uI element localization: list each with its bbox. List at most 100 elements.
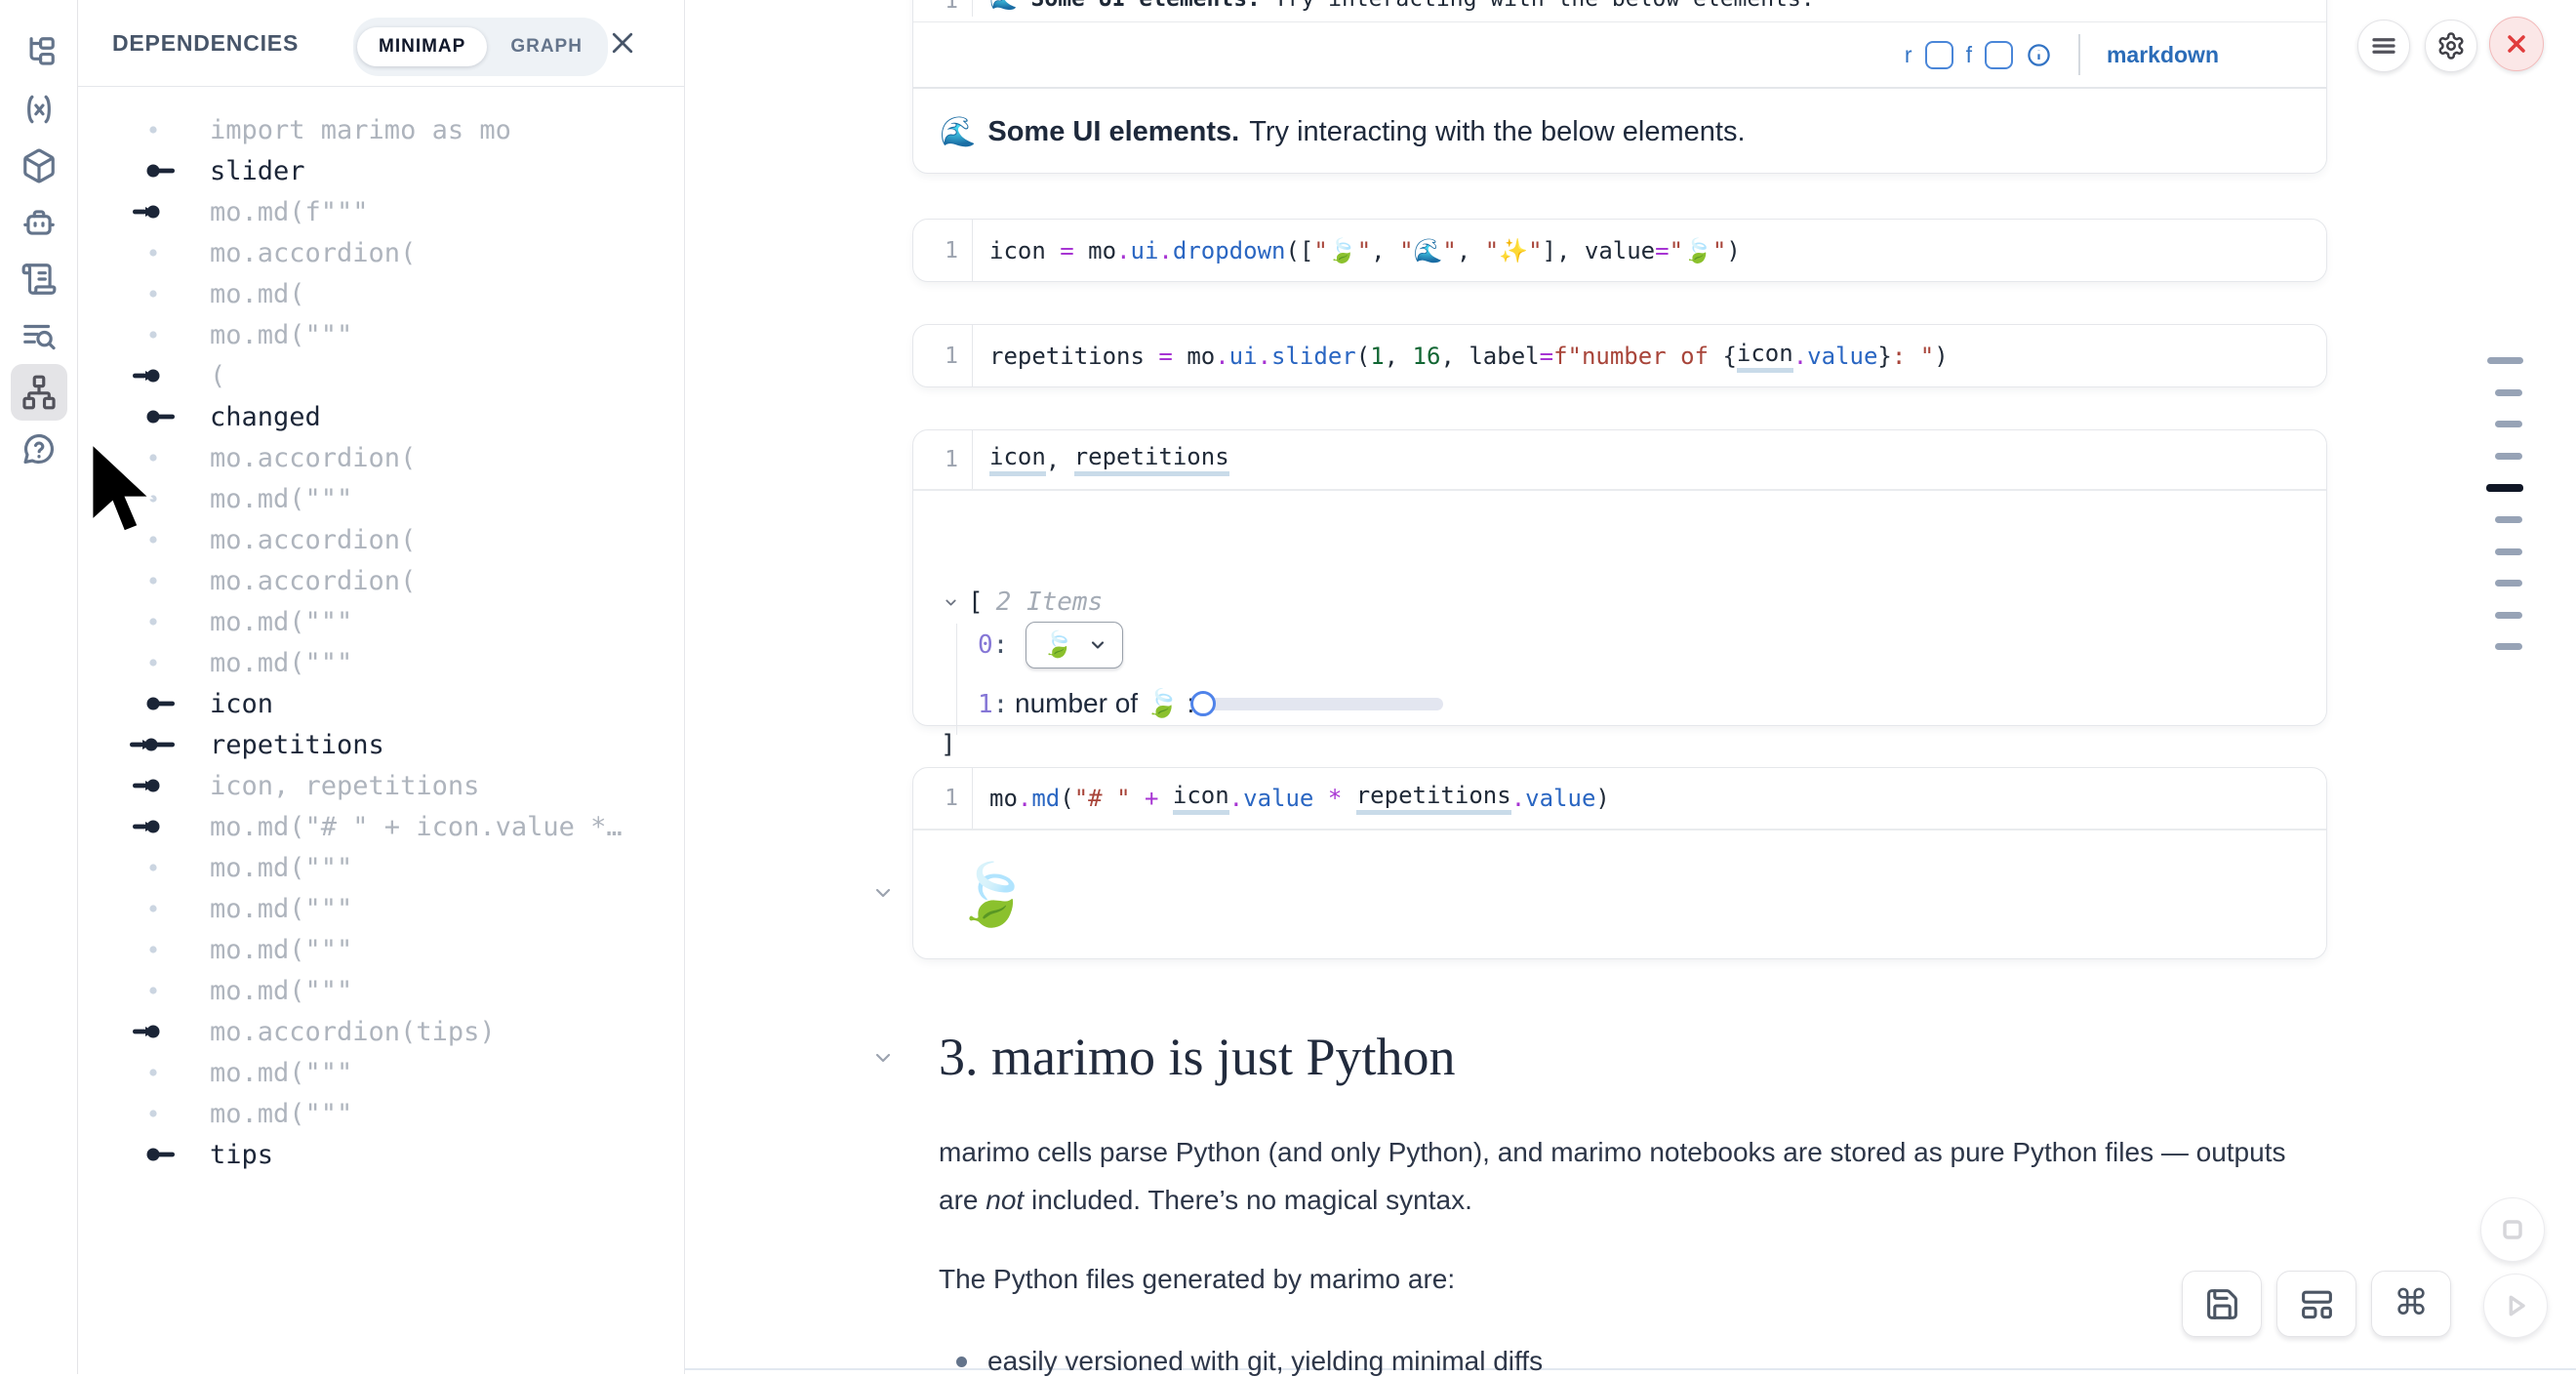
minimap-item[interactable]: mo.md(""" <box>77 314 682 355</box>
dependencies-panel: DEPENDENCIES MINIMAP GRAPH import marimo… <box>77 0 685 1374</box>
minimap-item[interactable]: mo.md(""" <box>77 478 682 519</box>
minimap-item-label: mo.md( <box>210 279 305 309</box>
cell-position-dash[interactable] <box>2486 484 2523 492</box>
minimap-item[interactable]: mo.md(""" <box>77 888 682 929</box>
cell-connection-icon <box>128 779 181 792</box>
settings-button[interactable] <box>2425 20 2477 72</box>
minimap-item-label: mo.accordion( <box>210 525 416 555</box>
sidebar-item-outline-search[interactable] <box>11 307 67 364</box>
code-editor[interactable]: repetitions = mo.ui.slider(1, 16, label=… <box>973 325 2326 386</box>
cell-connection-icon <box>128 410 181 424</box>
sidebar-item-file-tree[interactable] <box>11 24 67 81</box>
minimap-item[interactable]: mo.md(""" <box>77 847 682 888</box>
stop-button[interactable] <box>2480 1197 2545 1262</box>
sidebar-item-dependencies[interactable] <box>11 364 67 421</box>
minimap-item[interactable]: mo.md(""" <box>77 1052 682 1093</box>
save-button[interactable] <box>2182 1271 2262 1337</box>
minimap-item-label: repetitions <box>210 730 384 760</box>
raw-string-checkbox[interactable] <box>1925 41 1953 69</box>
run-button[interactable] <box>2483 1274 2548 1338</box>
minimap-item[interactable]: mo.md(""" <box>77 642 682 683</box>
sidebar-item-packages[interactable] <box>11 138 67 194</box>
minimap-item[interactable]: mo.md(""" <box>77 601 682 642</box>
cell-connection-icon <box>128 984 181 997</box>
chevron-down-icon <box>1088 635 1107 655</box>
minimap-item[interactable]: mo.md(f""" <box>77 191 682 232</box>
minimap-item[interactable]: icon, repetitions <box>77 765 682 806</box>
code-cell-tuple-output: 1 icon, repetitions [ 2 Items 0: 🍃 1: nu… <box>912 429 2327 726</box>
minimap-item[interactable]: slider <box>77 150 682 191</box>
command-palette-button[interactable]: ⌘ <box>2371 1271 2451 1337</box>
line-number: 1 <box>913 325 973 386</box>
sidebar-item-help[interactable] <box>11 421 67 477</box>
minimap-item[interactable]: mo.accordion(tips) <box>77 1011 682 1052</box>
minimap-item[interactable]: changed <box>77 396 682 437</box>
minimap-item[interactable]: repetitions <box>77 724 682 765</box>
minimap-item[interactable]: ( <box>77 355 682 396</box>
layout-toggle-button[interactable] <box>2276 1271 2356 1337</box>
minimap-item[interactable]: mo.accordion( <box>77 519 682 560</box>
code-editor[interactable]: icon, repetitions <box>973 430 2326 489</box>
notebook-menu-button[interactable] <box>2357 20 2410 72</box>
dependencies-panel-header: DEPENDENCIES MINIMAP GRAPH <box>77 0 684 87</box>
close-panel-button[interactable] <box>608 25 643 61</box>
cell-connection-icon <box>128 1148 181 1161</box>
bullet-list-item: easily versioned with git, yielding mini… <box>956 1346 1543 1377</box>
markdown-source-line[interactable]: 🌊 Some UI elements. Try interacting with… <box>973 0 1815 17</box>
sidebar-item-ai-assistant[interactable] <box>11 194 67 251</box>
activity-sidebar <box>0 0 78 1374</box>
code-editor[interactable]: mo.md("# " + icon.value * repetitions.va… <box>973 768 2326 829</box>
close-x-icon <box>2503 30 2530 58</box>
minimap-item[interactable]: mo.accordion( <box>77 232 682 273</box>
tab-minimap[interactable]: MINIMAP <box>357 27 487 66</box>
minimap-item[interactable]: mo.md("# " + icon.value *… <box>77 806 682 847</box>
minimap-item[interactable]: icon <box>77 683 682 724</box>
cell-position-dash[interactable] <box>2495 453 2522 460</box>
cell-connection-icon <box>128 492 181 506</box>
code-editor[interactable]: icon = mo.ui.dropdown(["🍃", "🌊", "✨"], v… <box>973 220 2326 281</box>
cell-position-dash[interactable] <box>2495 516 2522 523</box>
minimap-item[interactable]: mo.md(""" <box>77 929 682 970</box>
section-heading: 3. marimo is just Python <box>939 1027 1456 1087</box>
language-indicator[interactable]: markdown <box>2107 42 2219 68</box>
minimap-item[interactable]: import marimo as mo <box>77 109 682 150</box>
minimap-item[interactable]: tips <box>77 1134 682 1175</box>
close-icon <box>608 28 643 58</box>
cell-connection-icon <box>128 574 181 587</box>
sidebar-item-logs[interactable] <box>11 251 67 307</box>
cell-position-dash[interactable] <box>2495 580 2522 587</box>
minimap-item[interactable]: mo.md( <box>77 273 682 314</box>
slider-track[interactable] <box>1203 698 1443 710</box>
sidebar-item-variables[interactable] <box>11 81 67 138</box>
cell-connection-icon <box>128 820 181 833</box>
f-string-checkbox[interactable] <box>1985 41 2013 69</box>
cell-position-dash[interactable] <box>2495 643 2522 650</box>
markdown-editor[interactable]: 1 🌊 Some UI elements. Try interacting wi… <box>913 0 2326 22</box>
minimap-item[interactable]: mo.accordion( <box>77 560 682 601</box>
minimap-item[interactable]: mo.md(""" <box>77 970 682 1011</box>
paragraph-line: marimo cells parse Python (and only Pyth… <box>939 1137 2305 1168</box>
minimap-item-label: mo.md(""" <box>210 1058 352 1088</box>
cell-position-dash[interactable] <box>2495 548 2522 555</box>
tab-graph[interactable]: GRAPH <box>489 27 604 66</box>
tree-collapse-icon[interactable] <box>943 594 959 611</box>
minimap-item[interactable]: mo.accordion( <box>77 437 682 478</box>
minimap-cell-list: import marimo as moslider mo.md(f""" mo.ac… <box>77 109 682 1175</box>
logs-icon <box>20 261 58 298</box>
markdown-editor-toolbar: r f markdown <box>913 22 2326 89</box>
cell-position-dash[interactable] <box>2495 612 2522 619</box>
cell-output: 🍃 <box>913 830 2326 960</box>
cell-position-dash[interactable] <box>2495 389 2522 396</box>
cell-position-dash[interactable] <box>2495 421 2522 427</box>
slider-handle[interactable] <box>1190 691 1216 716</box>
minimap-item[interactable]: mo.md(""" <box>77 1093 682 1134</box>
outline-search-icon <box>20 317 58 354</box>
icon-dropdown-select[interactable]: 🍃 <box>1026 622 1123 668</box>
info-icon[interactable] <box>2026 42 2052 68</box>
collapse-cell-chevron-icon[interactable] <box>871 881 895 905</box>
shutdown-button[interactable] <box>2489 17 2544 71</box>
cell-position-dash[interactable] <box>2487 357 2523 364</box>
minimap-item-label: mo.md(""" <box>210 935 352 965</box>
minimap-item-label: mo.md(f""" <box>210 197 369 227</box>
collapse-section-chevron-icon[interactable] <box>871 1046 895 1070</box>
